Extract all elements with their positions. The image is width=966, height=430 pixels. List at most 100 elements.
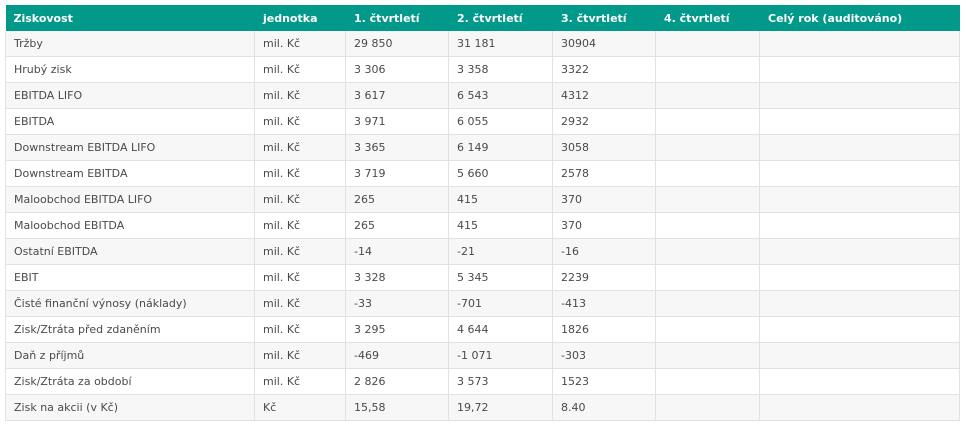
cell-unit: Kč: [254, 394, 346, 421]
cell-q2: -701: [448, 290, 553, 317]
table-row: Čisté finanční výnosy (náklady) mil. Kč -3…: [5, 290, 960, 317]
table-row: Daň z příjmů mil. Kč -469 -1 071 -303: [5, 342, 960, 369]
cell-metric: EBITDA LIFO: [5, 82, 255, 109]
cell-unit: mil. Kč: [254, 212, 346, 239]
header-unit: jednotka: [254, 5, 346, 31]
cell-metric: Zisk/Ztráta za období: [5, 368, 255, 395]
cell-q3: 3322: [552, 56, 656, 83]
cell-q3: 1826: [552, 316, 656, 343]
cell-q1: 265: [345, 212, 449, 239]
cell-full-year: [759, 368, 960, 395]
cell-q2: 5 660: [448, 160, 553, 187]
table-row: Hrubý zisk mil. Kč 3 306 3 358 3322: [5, 56, 960, 83]
cell-metric: Maloobchod EBITDA LIFO: [5, 186, 255, 213]
cell-unit: mil. Kč: [254, 186, 346, 213]
cell-q3: 2932: [552, 108, 656, 135]
table-row: Zisk/Ztráta za období mil. Kč 2 826 3 573 15…: [5, 368, 960, 395]
cell-q2: 5 345: [448, 264, 553, 291]
cell-full-year: [759, 31, 960, 57]
cell-q2: 4 644: [448, 316, 553, 343]
cell-unit: mil. Kč: [254, 238, 346, 265]
cell-q4: [655, 186, 760, 213]
cell-full-year: [759, 82, 960, 109]
cell-q2: -21: [448, 238, 553, 265]
cell-unit: mil. Kč: [254, 264, 346, 291]
profitability-table: Ziskovost jednotka 1. čtvrtletí 2. čtvrt…: [5, 5, 960, 421]
cell-unit: mil. Kč: [254, 134, 346, 161]
cell-q1: 3 971: [345, 108, 449, 135]
table-row: Zisk/Ztráta před zdaněním mil. Kč 3 295 4 6…: [5, 316, 960, 343]
cell-q3: 3058: [552, 134, 656, 161]
cell-metric: EBIT: [5, 264, 255, 291]
cell-metric: Čisté finanční výnosy (náklady): [5, 290, 255, 317]
cell-q1: 3 719: [345, 160, 449, 187]
cell-q2: 3 573: [448, 368, 553, 395]
cell-full-year: [759, 290, 960, 317]
cell-q4: [655, 108, 760, 135]
cell-q3: 370: [552, 186, 656, 213]
cell-q2: 6 055: [448, 108, 553, 135]
cell-q1: 3 328: [345, 264, 449, 291]
cell-metric: Downstream EBITDA LIFO: [5, 134, 255, 161]
cell-q3: 2578: [552, 160, 656, 187]
cell-q1: 2 826: [345, 368, 449, 395]
cell-q4: [655, 134, 760, 161]
table-row: Maloobchod EBITDA mil. Kč 265 415 370: [5, 212, 960, 239]
cell-q1: 29 850: [345, 31, 449, 57]
cell-full-year: [759, 212, 960, 239]
cell-metric: Hrubý zisk: [5, 56, 255, 83]
cell-q2: 6 543: [448, 82, 553, 109]
cell-metric: Downstream EBITDA: [5, 160, 255, 187]
cell-q3: -16: [552, 238, 656, 265]
cell-metric: Maloobchod EBITDA: [5, 212, 255, 239]
table-row: Downstream EBITDA LIFO mil. Kč 3 365 6 149 3…: [5, 134, 960, 161]
cell-full-year: [759, 160, 960, 187]
cell-q3: 8.40: [552, 394, 656, 421]
header-q2: 2. čtvrtletí: [448, 5, 553, 31]
cell-unit: mil. Kč: [254, 316, 346, 343]
cell-q4: [655, 394, 760, 421]
cell-q3: 4312: [552, 82, 656, 109]
header-full-year: Celý rok (auditováno): [759, 5, 960, 31]
header-q1: 1. čtvrtletí: [345, 5, 449, 31]
table-body: Tržby mil. Kč 29 850 31 181 30904 Hrubý zisk m…: [5, 31, 960, 421]
cell-metric: Daň z příjmů: [5, 342, 255, 369]
cell-q2: 415: [448, 212, 553, 239]
cell-full-year: [759, 316, 960, 343]
cell-q3: 1523: [552, 368, 656, 395]
cell-q1: -14: [345, 238, 449, 265]
cell-q4: [655, 31, 760, 57]
cell-q2: 31 181: [448, 31, 553, 57]
cell-q1: 265: [345, 186, 449, 213]
cell-q3: -413: [552, 290, 656, 317]
cell-q4: [655, 290, 760, 317]
cell-unit: mil. Kč: [254, 368, 346, 395]
cell-metric: Zisk/Ztráta před zdaněním: [5, 316, 255, 343]
cell-full-year: [759, 342, 960, 369]
table-row: EBITDA mil. Kč 3 971 6 055 2932: [5, 108, 960, 135]
cell-metric: Ostatní EBITDA: [5, 238, 255, 265]
table-row: EBIT mil. Kč 3 328 5 345 2239: [5, 264, 960, 291]
table-row: Zisk na akcii (v Kč) Kč 15,58 19,72 8.40: [5, 394, 960, 421]
cell-q4: [655, 160, 760, 187]
cell-unit: mil. Kč: [254, 160, 346, 187]
cell-q1: 3 306: [345, 56, 449, 83]
header-q4: 4. čtvrtletí: [655, 5, 760, 31]
table-row: Maloobchod EBITDA LIFO mil. Kč 265 415 370: [5, 186, 960, 213]
cell-unit: mil. Kč: [254, 82, 346, 109]
cell-q2: 3 358: [448, 56, 553, 83]
cell-q1: 15,58: [345, 394, 449, 421]
header-metric: Ziskovost: [5, 5, 255, 31]
cell-unit: mil. Kč: [254, 56, 346, 83]
cell-q4: [655, 368, 760, 395]
cell-full-year: [759, 394, 960, 421]
cell-metric: Zisk na akcii (v Kč): [5, 394, 255, 421]
cell-q2: 19,72: [448, 394, 553, 421]
cell-metric: EBITDA: [5, 108, 255, 135]
cell-full-year: [759, 56, 960, 83]
cell-q4: [655, 82, 760, 109]
cell-q4: [655, 316, 760, 343]
cell-unit: mil. Kč: [254, 31, 346, 57]
cell-full-year: [759, 186, 960, 213]
cell-q2: 6 149: [448, 134, 553, 161]
